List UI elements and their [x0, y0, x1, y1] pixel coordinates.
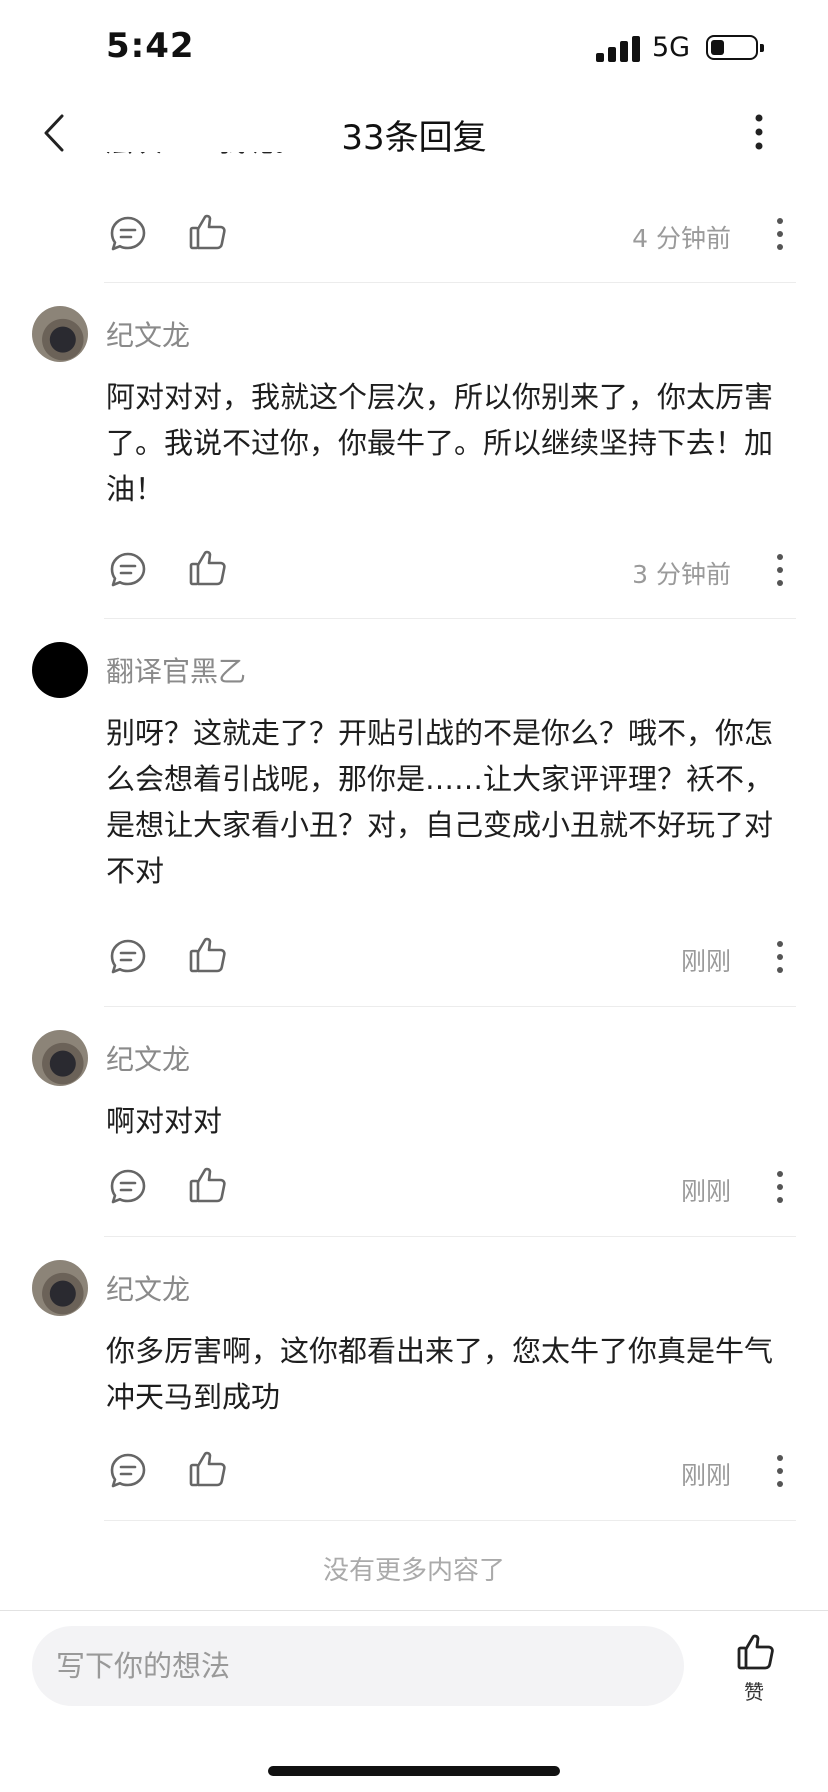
reply-icon[interactable] — [108, 550, 148, 590]
partial-comment-text: 层次……我呢。 — [106, 152, 302, 180]
comment-more-icon[interactable] — [774, 552, 784, 588]
like-icon[interactable] — [188, 1449, 228, 1489]
reply-icon[interactable] — [108, 1167, 148, 1207]
avatar[interactable] — [32, 642, 88, 698]
comment-more-icon[interactable] — [774, 939, 784, 975]
divider — [104, 282, 796, 283]
comment-more-icon[interactable] — [774, 1453, 784, 1489]
avatar[interactable] — [32, 1260, 88, 1316]
comment-more-icon[interactable] — [774, 216, 784, 252]
reply-icon[interactable] — [108, 214, 148, 254]
comment-author[interactable]: 翻译官黑乙 — [106, 650, 246, 690]
like-label[interactable]: 赞 — [744, 1676, 764, 1705]
reply-icon[interactable] — [108, 1451, 148, 1491]
status-time: 5:42 — [106, 26, 195, 66]
like-icon[interactable] — [736, 1632, 776, 1672]
battery-icon — [706, 35, 764, 60]
comment-time: 4 分钟前 — [632, 224, 731, 253]
more-options-icon[interactable] — [744, 112, 774, 152]
comment-author[interactable]: 纪文龙 — [106, 1038, 190, 1078]
home-indicator[interactable] — [268, 1766, 560, 1776]
comment-more-icon[interactable] — [774, 1169, 784, 1205]
signal-icon — [596, 36, 640, 62]
divider — [104, 1006, 796, 1007]
comment-time: 刚刚 — [680, 1177, 731, 1206]
comment-input-placeholder: 写下你的想法 — [56, 1649, 231, 1683]
avatar[interactable] — [32, 1030, 88, 1086]
comment-time: 3 分钟前 — [632, 560, 731, 589]
comment-text: 你多厉害啊，这你都看出来了，您太牛了你真是牛气冲天马到成功 — [106, 1334, 774, 1414]
divider — [104, 1236, 796, 1237]
comment-author[interactable]: 纪文龙 — [106, 314, 190, 354]
avatar[interactable] — [32, 306, 88, 362]
comment-text: 阿对对对，我就这个层次，所以你别来了，你太厉害了。我说不过你，你最牛了。所以继续… — [106, 380, 774, 506]
comment-time: 刚刚 — [680, 1461, 731, 1490]
like-icon[interactable] — [188, 935, 228, 975]
no-more-content: 没有更多内容了 — [322, 1556, 505, 1586]
like-icon[interactable] — [188, 1165, 228, 1205]
like-icon[interactable] — [188, 212, 228, 252]
divider — [104, 1520, 796, 1521]
like-icon[interactable] — [188, 548, 228, 588]
comment-text: 啊对对对 — [106, 1104, 223, 1138]
divider — [104, 618, 796, 619]
comment-author[interactable]: 纪文龙 — [106, 1268, 190, 1308]
divider — [0, 1610, 828, 1611]
comment-time: 刚刚 — [680, 947, 731, 976]
reply-icon[interactable] — [108, 937, 148, 977]
comment-text: 别呀？这就走了？开贴引战的不是你么？哦不，你怎么会想着引战呢，那你是……让大家评… — [106, 716, 774, 888]
network-type: 5G — [652, 32, 691, 63]
comment-input[interactable]: 写下你的想法 — [32, 1626, 684, 1706]
